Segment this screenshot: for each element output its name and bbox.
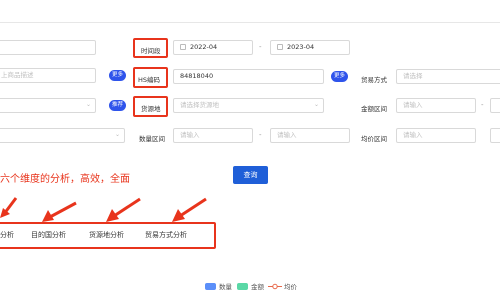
origin-select[interactable]: 请选择货源地 ⌄ [173,98,324,113]
tab-origin-analysis[interactable]: 货源地分析 [89,230,124,240]
legend-avg-price[interactable]: 均价 [268,281,297,291]
legend-quantity[interactable]: 数量 [205,281,232,291]
trade-mode-select[interactable]: 请选择 [396,69,500,84]
partial-left-select-4[interactable]: ⌄ [0,128,125,143]
legend-swatch [205,283,216,290]
partial-left-input-1[interactable] [0,40,96,55]
amount-range-max-input[interactable] [490,98,500,113]
annotation-arrow-4 [172,197,207,222]
hs-code-input[interactable]: 84818040 [173,69,324,84]
tab-trade-mode-analysis[interactable]: 贸易方式分析 [145,230,187,240]
chevron-down-icon: ⌄ [86,101,92,108]
time-period-label: 时间段 [141,47,161,55]
annotation-arrow-3 [106,197,141,222]
amount-range-label: 金额区间 [361,105,387,113]
calendar-icon [277,44,283,50]
avg-price-range-min-input[interactable]: 请输入 [396,128,476,143]
chevron-down-icon: ⌄ [314,101,320,108]
amount-range-separator: - [481,101,484,109]
legend-amount[interactable]: 金额 [237,281,264,291]
origin-label: 货源地 [141,105,161,113]
partial-left-select-3[interactable]: ⌄ [0,98,96,113]
recommend-button[interactable]: 推荐 [109,100,126,111]
legend-swatch [237,283,248,290]
trade-mode-label: 贸易方式 [361,76,387,84]
time-period-end-input[interactable]: 2023-04 [270,40,350,55]
time-period-start-input[interactable]: 2022-04 [173,40,253,55]
top-bar [0,0,500,23]
tab-destination-analysis[interactable]: 目的国分析 [31,230,66,240]
avg-price-range-label: 均价区间 [361,135,387,143]
quantity-range-max-input[interactable]: 请输入 [270,128,350,143]
hs-code-label: HS编码 [138,76,161,84]
annotation-arrow-1 [0,197,18,218]
hs-more-button[interactable]: 更多 [331,71,348,82]
product-description-input[interactable]: 上商品描述 [0,68,96,83]
query-button[interactable]: 查询 [233,166,268,184]
amount-range-min-input[interactable]: 请输入 [396,98,476,113]
more-button-left[interactable]: 更多 [109,70,126,81]
annotation-arrow-2 [42,201,77,222]
tab-partial-analysis[interactable]: 分析 [0,230,14,240]
quantity-range-min-input[interactable]: 请输入 [173,128,253,143]
quantity-range-label: 数量区间 [139,135,165,143]
calendar-icon [180,44,186,50]
avg-price-range-max-input[interactable] [490,128,500,143]
chevron-down-icon: ⌄ [115,131,121,138]
quantity-range-separator: - [259,131,262,139]
time-period-separator: - [259,43,262,51]
annotation-text: 六个维度的分析，高效，全面 [0,174,130,185]
line-marker-icon [268,283,282,290]
